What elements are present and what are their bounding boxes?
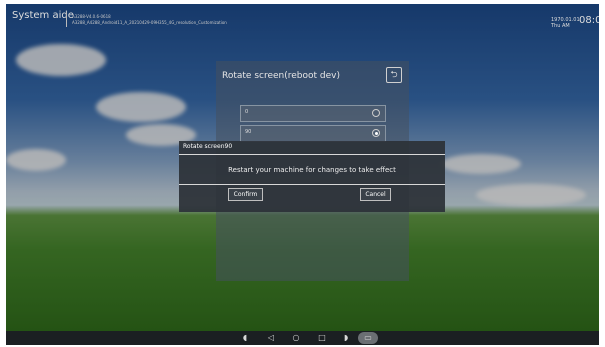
divider bbox=[179, 154, 445, 155]
volume-down-icon[interactable]: ◖ bbox=[240, 333, 250, 343]
back-icon[interactable]: ◁ bbox=[266, 333, 276, 343]
recents-icon[interactable]: □ bbox=[317, 333, 327, 343]
screenshot-button[interactable]: ▭ bbox=[358, 332, 378, 344]
dialog-message: Restart your machine for changes to take… bbox=[228, 166, 396, 174]
back-arrow-icon: ⮌ bbox=[390, 70, 398, 80]
panel-title: Rotate screen(reboot dev) bbox=[222, 71, 340, 81]
screenshot-icon: ▭ bbox=[364, 333, 372, 342]
volume-up-icon[interactable]: ◗ bbox=[341, 333, 351, 343]
clock: 08:07 bbox=[579, 15, 599, 26]
back-button[interactable]: ⮌ bbox=[386, 67, 402, 83]
app-title: System aide bbox=[12, 10, 74, 21]
rotation-option-0[interactable]: 0 bbox=[240, 105, 386, 122]
option-label: 0 bbox=[245, 109, 249, 115]
screen: System aide A3288-V4.0.6-0618 A3288_A428… bbox=[6, 4, 599, 345]
date-display: 1970.01.01 Thu AM bbox=[551, 17, 580, 29]
build-info-line2: A3288_A4288_Android11_A_20210429-09H355_… bbox=[72, 20, 227, 25]
option-label: 90 bbox=[245, 129, 252, 135]
dialog-title: Rotate screen90 bbox=[183, 143, 233, 150]
radio-selected-icon bbox=[372, 129, 380, 137]
navigation-bar: ◖ ◁ ○ □ ◗ ▭ bbox=[6, 331, 599, 345]
confirm-button[interactable]: Confirm bbox=[228, 188, 263, 201]
divider bbox=[179, 184, 445, 185]
restart-dialog: Rotate screen90 Restart your machine for… bbox=[179, 141, 445, 212]
build-info-line1: A3288-V4.0.6-0618 bbox=[72, 14, 111, 19]
divider bbox=[66, 12, 67, 27]
status-bar: System aide A3288-V4.0.6-0618 A3288_A428… bbox=[6, 4, 599, 29]
cancel-button[interactable]: Cancel bbox=[360, 188, 391, 201]
day-ampm: Thu AM bbox=[551, 23, 570, 29]
radio-unselected-icon bbox=[372, 109, 380, 117]
rotation-option-90[interactable]: 90 bbox=[240, 125, 386, 142]
home-icon[interactable]: ○ bbox=[291, 333, 301, 343]
